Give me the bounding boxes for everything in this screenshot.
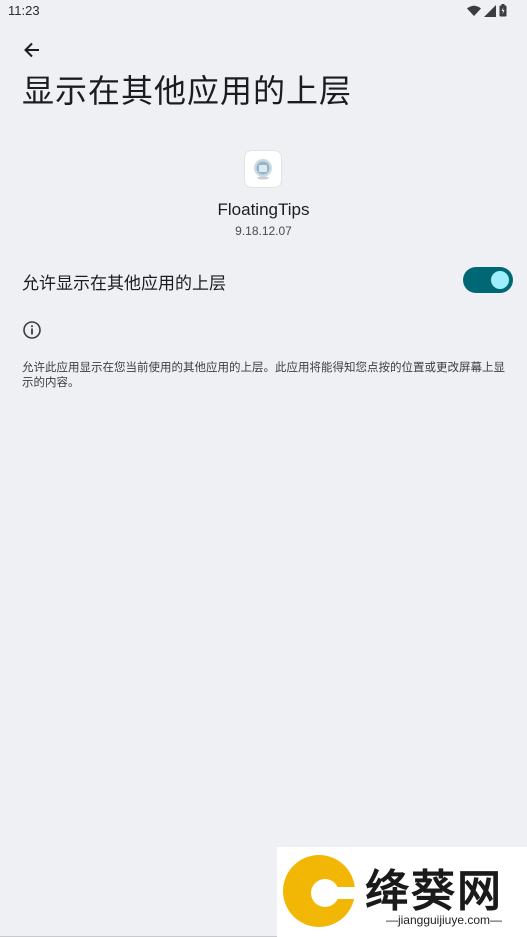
status-time: 11:23 bbox=[8, 3, 40, 18]
status-icons bbox=[467, 4, 507, 17]
watermark-title: 绛葵网 bbox=[365, 866, 503, 917]
site-watermark: 绛葵网 —jiangguijiuye.com— bbox=[277, 847, 527, 937]
status-bar: 11:23 bbox=[0, 0, 527, 24]
watermark-url: —jiangguijiuye.com— bbox=[385, 913, 503, 927]
toggle-thumb bbox=[491, 271, 509, 289]
battery-icon bbox=[499, 4, 507, 17]
floatingtips-app-icon bbox=[245, 151, 281, 187]
app-logo-icon bbox=[254, 159, 272, 180]
info-icon bbox=[23, 321, 41, 339]
app-version: 9.18.12.07 bbox=[235, 224, 292, 238]
arrow-back-icon bbox=[24, 42, 39, 58]
watermark-logo-icon bbox=[283, 855, 355, 927]
signal-icon bbox=[484, 4, 496, 17]
allow-overlay-setting[interactable]: 允许显示在其他应用的上层 bbox=[0, 256, 527, 304]
setting-label: 允许显示在其他应用的上层 bbox=[22, 274, 226, 294]
page-title: 显示在其他应用的上层 bbox=[22, 72, 353, 110]
info-description: 允许此应用显示在您当前使用的其他应用的上层。此应用将能得知您点按的位置或更改屏幕… bbox=[22, 360, 505, 389]
allow-overlay-toggle[interactable] bbox=[463, 267, 513, 293]
wifi-icon bbox=[467, 5, 481, 16]
app-name: FloatingTips bbox=[217, 200, 310, 219]
back-button[interactable] bbox=[18, 36, 46, 64]
